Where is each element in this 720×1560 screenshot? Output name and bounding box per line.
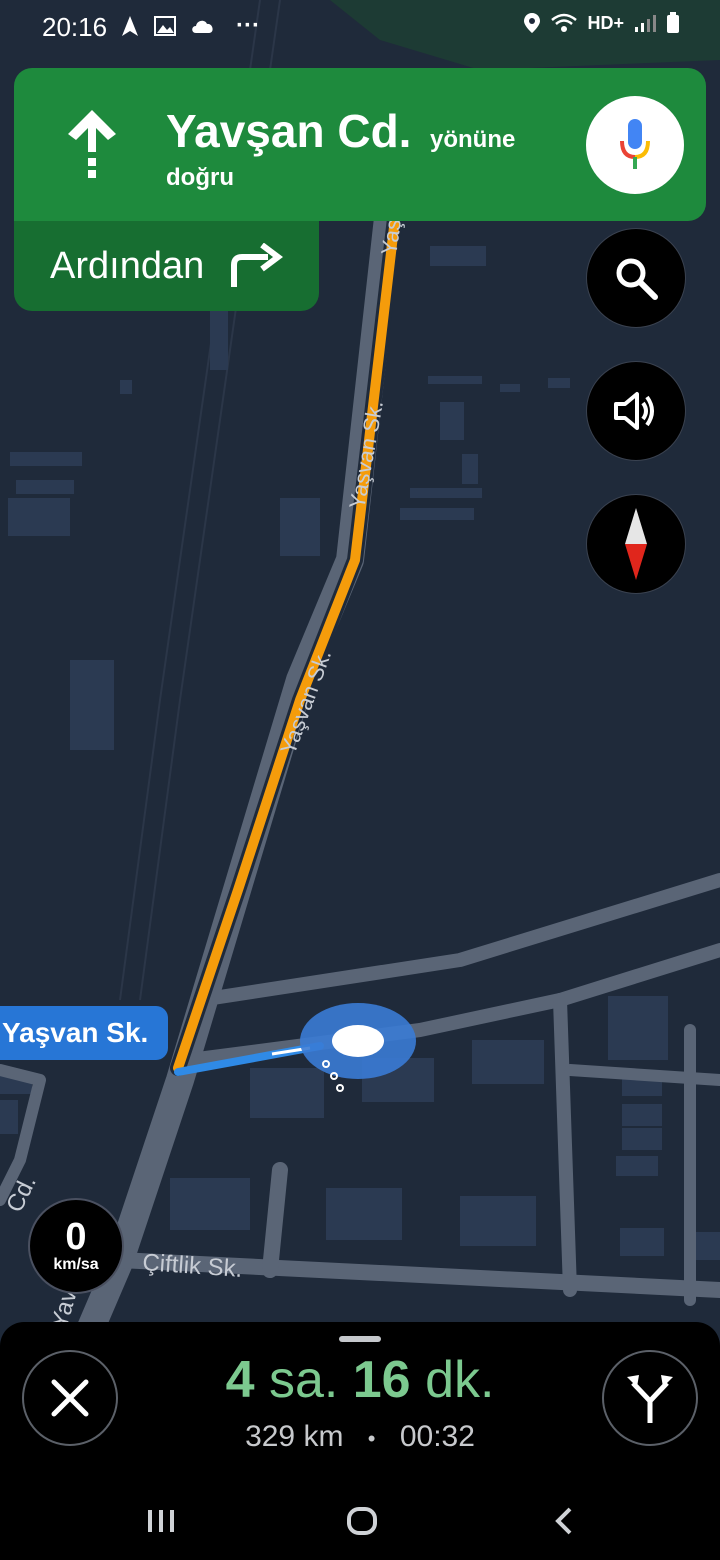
search-icon: [616, 258, 658, 300]
system-navigation-bar: [0, 1480, 720, 1560]
signal-icon: [635, 15, 656, 32]
cloud-icon: [192, 20, 213, 33]
microphone-icon: [620, 119, 650, 169]
compass-icon: [625, 508, 647, 580]
then-instruction[interactable]: Ardından: [14, 221, 319, 311]
search-button[interactable]: [586, 228, 686, 328]
location-icon: [524, 13, 541, 33]
sound-button[interactable]: [586, 361, 686, 461]
trip-distance: 329 km: [245, 1420, 344, 1453]
current-road-label: Yaşvan Sk.: [0, 1006, 168, 1060]
status-time: 20:16: [42, 12, 108, 42]
eta-minutes-unit: dk.: [425, 1351, 495, 1409]
speedometer: 0 km/sa: [28, 1198, 124, 1294]
trip-separator: •: [367, 1426, 376, 1451]
more-notifications-icon: ···: [236, 12, 260, 39]
turn-right-icon: [231, 243, 283, 287]
speed-unit: km/sa: [53, 1256, 99, 1273]
eta-minutes: 16: [352, 1351, 411, 1409]
fork-route-icon: [627, 1375, 673, 1423]
instruction-direction: yönüne: [430, 126, 516, 153]
eta-hours-unit: sa.: [268, 1351, 339, 1409]
status-bar: 20:16 ··· HD+: [0, 0, 720, 56]
then-label: Ardından: [50, 245, 205, 287]
speed-value: 0: [65, 1216, 87, 1258]
recent-apps-icon[interactable]: [146, 1508, 176, 1534]
compass-button[interactable]: [586, 494, 686, 594]
voice-search-button[interactable]: [586, 96, 684, 194]
network-type: HD+: [587, 12, 624, 33]
navigation-instruction-banner[interactable]: Yavşan Cd. yönüne doğru: [14, 68, 706, 221]
navigation-icon: [122, 16, 138, 36]
instruction-road-name: Yavşan Cd.: [166, 105, 412, 157]
straight-arrow-icon: [68, 110, 116, 178]
eta-hours: 4: [225, 1351, 255, 1409]
home-icon[interactable]: [346, 1506, 378, 1536]
wifi-icon: [551, 13, 578, 32]
drag-handle[interactable]: [339, 1336, 381, 1342]
arrival-time: 00:32: [399, 1420, 475, 1453]
gallery-icon: [154, 16, 176, 36]
alternate-routes-button[interactable]: [602, 1350, 698, 1446]
instruction-direction-continued: doğru: [166, 164, 234, 191]
battery-icon: [667, 12, 679, 33]
volume-icon: [614, 392, 654, 430]
back-icon[interactable]: [554, 1506, 574, 1536]
